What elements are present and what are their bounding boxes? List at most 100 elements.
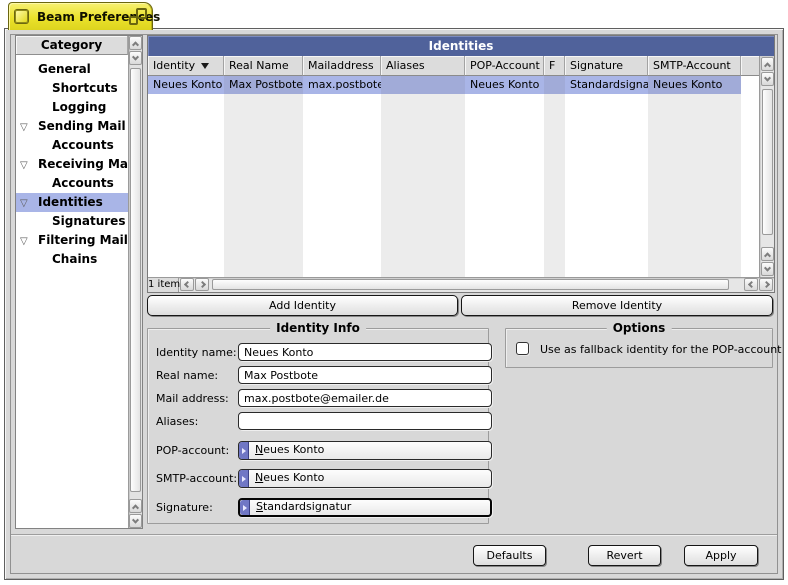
real-name-label: Real name: <box>156 369 218 382</box>
fallback-identity-checkbox[interactable] <box>516 342 529 355</box>
category-column-header[interactable]: Category <box>16 36 128 55</box>
sidebar-item-label: Accounts <box>52 176 114 190</box>
sidebar-item-sending-mail[interactable]: ▽Sending Mail <box>16 117 128 136</box>
table-row[interactable]: Neues KontoMax Postbotemax.postbote@emai… <box>148 76 741 94</box>
expander-icon[interactable]: ▽ <box>20 232 28 251</box>
scrollbar-thumb[interactable] <box>762 89 773 235</box>
zoom-button[interactable] <box>129 8 147 25</box>
column-header-real-name[interactable]: Real Name <box>224 56 303 76</box>
smtp-account-label: SMTP-account: <box>156 472 237 485</box>
table-cell: Neues Konto <box>648 76 741 94</box>
identity-info-group: Identity Info Identity name: Real name: … <box>147 328 489 524</box>
column-header-label: Signature <box>570 59 623 72</box>
aliases-label: Aliases: <box>156 415 198 428</box>
apply-button[interactable]: Apply <box>684 545 758 566</box>
expander-icon[interactable]: ▽ <box>20 194 28 213</box>
table-body[interactable]: Neues KontoMax Postbotemax.postbote@emai… <box>148 76 759 277</box>
window-frame: Category General Shortcuts Logging▽Sending… <box>4 28 784 580</box>
sidebar-item-filtering-mail[interactable]: ▽ Filtering Mail <box>16 231 128 250</box>
sidebar-item-logging[interactable]: Logging <box>16 98 128 117</box>
column-header-smtp-account[interactable]: SMTP-Account <box>648 56 741 76</box>
column-header-identity[interactable]: Identity <box>148 56 224 76</box>
chevron-down-icon <box>132 516 139 523</box>
scroll-down-button[interactable] <box>129 51 142 65</box>
sidebar-item-receiving-mail[interactable]: ▽Receiving Mail <box>16 155 128 174</box>
scroll-up-button[interactable] <box>761 247 774 261</box>
column-header-label: POP-Account <box>470 59 540 72</box>
identities-panel-title: Identities <box>148 36 774 56</box>
expander-icon[interactable]: ▽ <box>20 118 28 137</box>
add-identity-button[interactable]: Add Identity <box>147 295 458 316</box>
column-header-pop-account[interactable]: POP-Account <box>465 56 544 76</box>
column-header-aliases[interactable]: Aliases <box>381 56 465 76</box>
table-cell: Neues Konto <box>465 76 544 94</box>
column-header-signature[interactable]: Signature <box>565 56 648 76</box>
chevron-up-icon <box>132 504 139 511</box>
sidebar-item-label: Filtering Mail <box>38 233 128 247</box>
identity-info-title: Identity Info <box>270 321 366 335</box>
sidebar-item-accounts[interactable]: Accounts <box>16 136 128 155</box>
scrollbar-thumb[interactable] <box>130 68 141 492</box>
scroll-down-button[interactable] <box>129 514 142 528</box>
smtp-account-value: Neues Konto <box>255 471 324 484</box>
remove-identity-button[interactable]: Remove Identity <box>461 295 773 316</box>
sidebar-item-signatures[interactable]: Signatures <box>16 212 128 231</box>
column-header-label: Identity <box>153 59 195 72</box>
scroll-up-button[interactable] <box>129 499 142 513</box>
expander-icon[interactable]: ▽ <box>20 156 28 175</box>
column-header-label: Mailaddress <box>308 59 374 72</box>
scroll-up-button[interactable] <box>129 36 142 50</box>
sidebar-item-label: Accounts <box>52 138 114 152</box>
chevron-down-icon <box>764 264 771 271</box>
defaults-button[interactable]: Defaults <box>473 545 546 566</box>
identity-name-field[interactable] <box>238 343 492 361</box>
column-header-label: F <box>549 59 555 72</box>
table-cell: max.postbote@emailer.de <box>303 76 381 94</box>
column-header-label: Aliases <box>386 59 425 72</box>
scroll-right-button[interactable] <box>195 278 209 291</box>
footer-divider <box>11 534 777 536</box>
chevron-down-icon <box>132 53 139 60</box>
pop-account-popup[interactable]: Neues Konto <box>238 441 492 460</box>
table-cell <box>381 76 465 94</box>
scroll-down-button[interactable] <box>761 72 774 86</box>
scroll-down-button[interactable] <box>761 262 774 276</box>
sidebar-scrollbar[interactable] <box>128 36 142 528</box>
chevron-down-icon <box>764 74 771 81</box>
smtp-account-popup[interactable]: Neues Konto <box>238 469 492 488</box>
scroll-left-button[interactable] <box>744 278 758 291</box>
table-horizontal-scrollbar[interactable]: 1 item <box>148 277 774 292</box>
real-name-field[interactable] <box>238 366 492 384</box>
scroll-right-button[interactable] <box>759 278 773 291</box>
column-header-f[interactable]: F <box>544 56 565 76</box>
table-cell: Neues Konto <box>148 76 224 94</box>
chevron-right-icon <box>198 281 205 288</box>
sidebar-item-general[interactable]: General <box>16 60 128 79</box>
scroll-left-button[interactable] <box>180 278 194 291</box>
sidebar-item-label: Shortcuts <box>52 81 118 95</box>
column-header-label: Real Name <box>229 59 289 72</box>
options-title: Options <box>607 321 672 335</box>
pop-account-value: Neues Konto <box>255 443 324 456</box>
column-header-mailaddress[interactable]: Mailaddress <box>303 56 381 76</box>
revert-button[interactable]: Revert <box>588 545 661 566</box>
scrollbar-thumb[interactable] <box>212 279 729 290</box>
options-group: Options Use as fallback identity for the… <box>505 328 773 368</box>
sidebar-item-chains[interactable]: Chains <box>16 250 128 269</box>
signature-popup[interactable]: Standardsignatur <box>238 498 492 517</box>
sidebar-item-accounts[interactable]: Accounts <box>16 174 128 193</box>
scroll-up-button[interactable] <box>761 57 774 71</box>
table-vertical-scrollbar[interactable] <box>759 56 774 277</box>
aliases-field[interactable] <box>238 412 492 430</box>
sidebar-item-shortcuts[interactable]: Shortcuts <box>16 79 128 98</box>
sidebar-item-identities[interactable]: ▽Identities <box>16 193 128 212</box>
chevron-left-icon <box>183 281 190 288</box>
close-button[interactable] <box>15 10 28 23</box>
signature-label: Signature: <box>156 501 213 514</box>
fallback-identity-label: Use as fallback identity for the POP-acc… <box>540 343 782 356</box>
table-cell <box>544 76 565 94</box>
window-title-tab[interactable]: Beam Preferences <box>8 2 153 30</box>
mail-address-field[interactable] <box>238 389 492 407</box>
window-content: Category General Shortcuts Logging▽Sending… <box>10 34 778 574</box>
column-stripe <box>648 76 741 277</box>
